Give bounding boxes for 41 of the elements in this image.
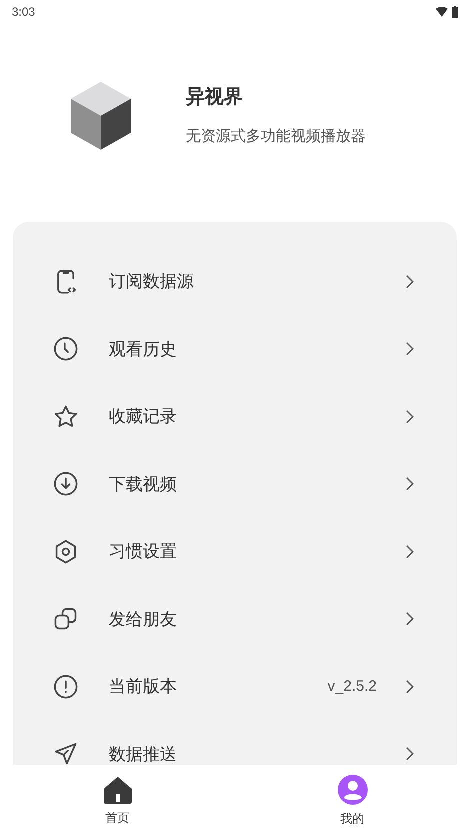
- menu-item[interactable]: 发给朋友: [13, 586, 457, 653]
- menu-label: 当前版本: [109, 676, 178, 698]
- chevron-right-icon: [405, 341, 415, 358]
- menu-label: 收藏记录: [109, 406, 178, 428]
- menu-label: 习惯设置: [109, 541, 178, 563]
- menu-item[interactable]: 数据推送: [13, 720, 457, 765]
- status-time: 3:03: [12, 4, 36, 21]
- menu-item[interactable]: 观看历史: [13, 316, 457, 383]
- menu-label: 观看历史: [109, 338, 178, 360]
- info-icon: [53, 674, 79, 700]
- menu-item[interactable]: 习惯设置: [13, 518, 457, 586]
- download-icon: [53, 471, 79, 498]
- menu-item[interactable]: 订阅数据源: [13, 248, 457, 316]
- menu-label: 订阅数据源: [109, 271, 195, 293]
- send-icon: [53, 741, 79, 765]
- home-icon: [102, 775, 134, 805]
- app-name: 异视界: [186, 86, 244, 110]
- nav-tab[interactable]: 首页: [0, 765, 235, 837]
- overlapping-squares-icon: [53, 606, 79, 632]
- version-value: v_2.5.2: [328, 676, 377, 696]
- menu-label: 发给朋友: [109, 608, 178, 630]
- chevron-right-icon: [405, 408, 415, 425]
- battery-icon: [452, 6, 458, 18]
- chevron-right-icon: [405, 746, 415, 762]
- menu-item[interactable]: 当前版本 v_2.5.2: [13, 653, 457, 720]
- menu-item[interactable]: 收藏记录: [13, 383, 457, 450]
- menu-label: 下载视频: [109, 474, 178, 496]
- chevron-right-icon: [405, 678, 415, 695]
- wifi-icon: [436, 7, 448, 17]
- menu-item[interactable]: 下载视频: [13, 450, 457, 518]
- nav-tab[interactable]: 我的: [235, 765, 470, 837]
- chevron-right-icon: [405, 611, 415, 628]
- user-icon: [336, 774, 368, 806]
- settings-icon: [53, 538, 79, 565]
- chevron-right-icon: [405, 476, 415, 492]
- star-icon: [53, 404, 79, 430]
- app-tagline: 无资源式多功能视频播放器: [186, 127, 366, 147]
- menu-label: 数据推送: [109, 744, 178, 765]
- chevron-right-icon: [405, 544, 415, 560]
- chevron-right-icon: [405, 274, 415, 290]
- clock-icon: [53, 336, 79, 362]
